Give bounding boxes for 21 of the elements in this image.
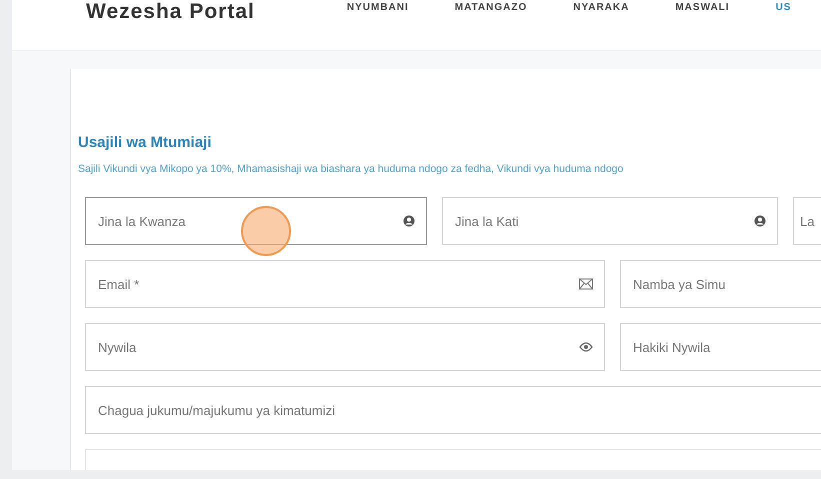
input-field[interactable]: Jina la Kwanza <box>85 197 427 245</box>
input-field[interactable]: Namba ya Simu <box>620 260 821 308</box>
nav-link[interactable]: MATANGAZO <box>454 2 528 13</box>
nav-link[interactable]: NYUMBANI <box>346 2 409 13</box>
input-field[interactable]: La <box>793 197 821 245</box>
form-title: Usajili wa Mtumiaji <box>78 134 212 151</box>
form-description: Sajili Vikundi vya Mikopo ya 10%, Mhamasishaji wa biashara ya huduma ndogo za fedha, Vikundi vya huduma ndogo <box>78 163 624 175</box>
brand-title: Wezesha Portal <box>86 0 255 24</box>
input-field[interactable]: Chagua jukumu/majukumu ya kimatumizi <box>85 386 821 434</box>
nav-link[interactable]: US <box>776 2 792 13</box>
input-field[interactable]: Nywila <box>85 323 605 371</box>
user-icon <box>754 215 766 227</box>
eye-icon <box>579 342 593 352</box>
nav-link[interactable]: NYARAKA <box>573 2 630 13</box>
input-field[interactable]: Email * <box>85 260 605 308</box>
click-indicator <box>241 206 291 256</box>
mail-icon <box>579 278 593 290</box>
user-icon <box>403 215 415 227</box>
input-field[interactable]: Hakiki Nywila <box>620 323 821 371</box>
input-field[interactable]: Jina la Kati <box>442 197 778 245</box>
nav-link[interactable]: MASWALI <box>675 2 730 13</box>
